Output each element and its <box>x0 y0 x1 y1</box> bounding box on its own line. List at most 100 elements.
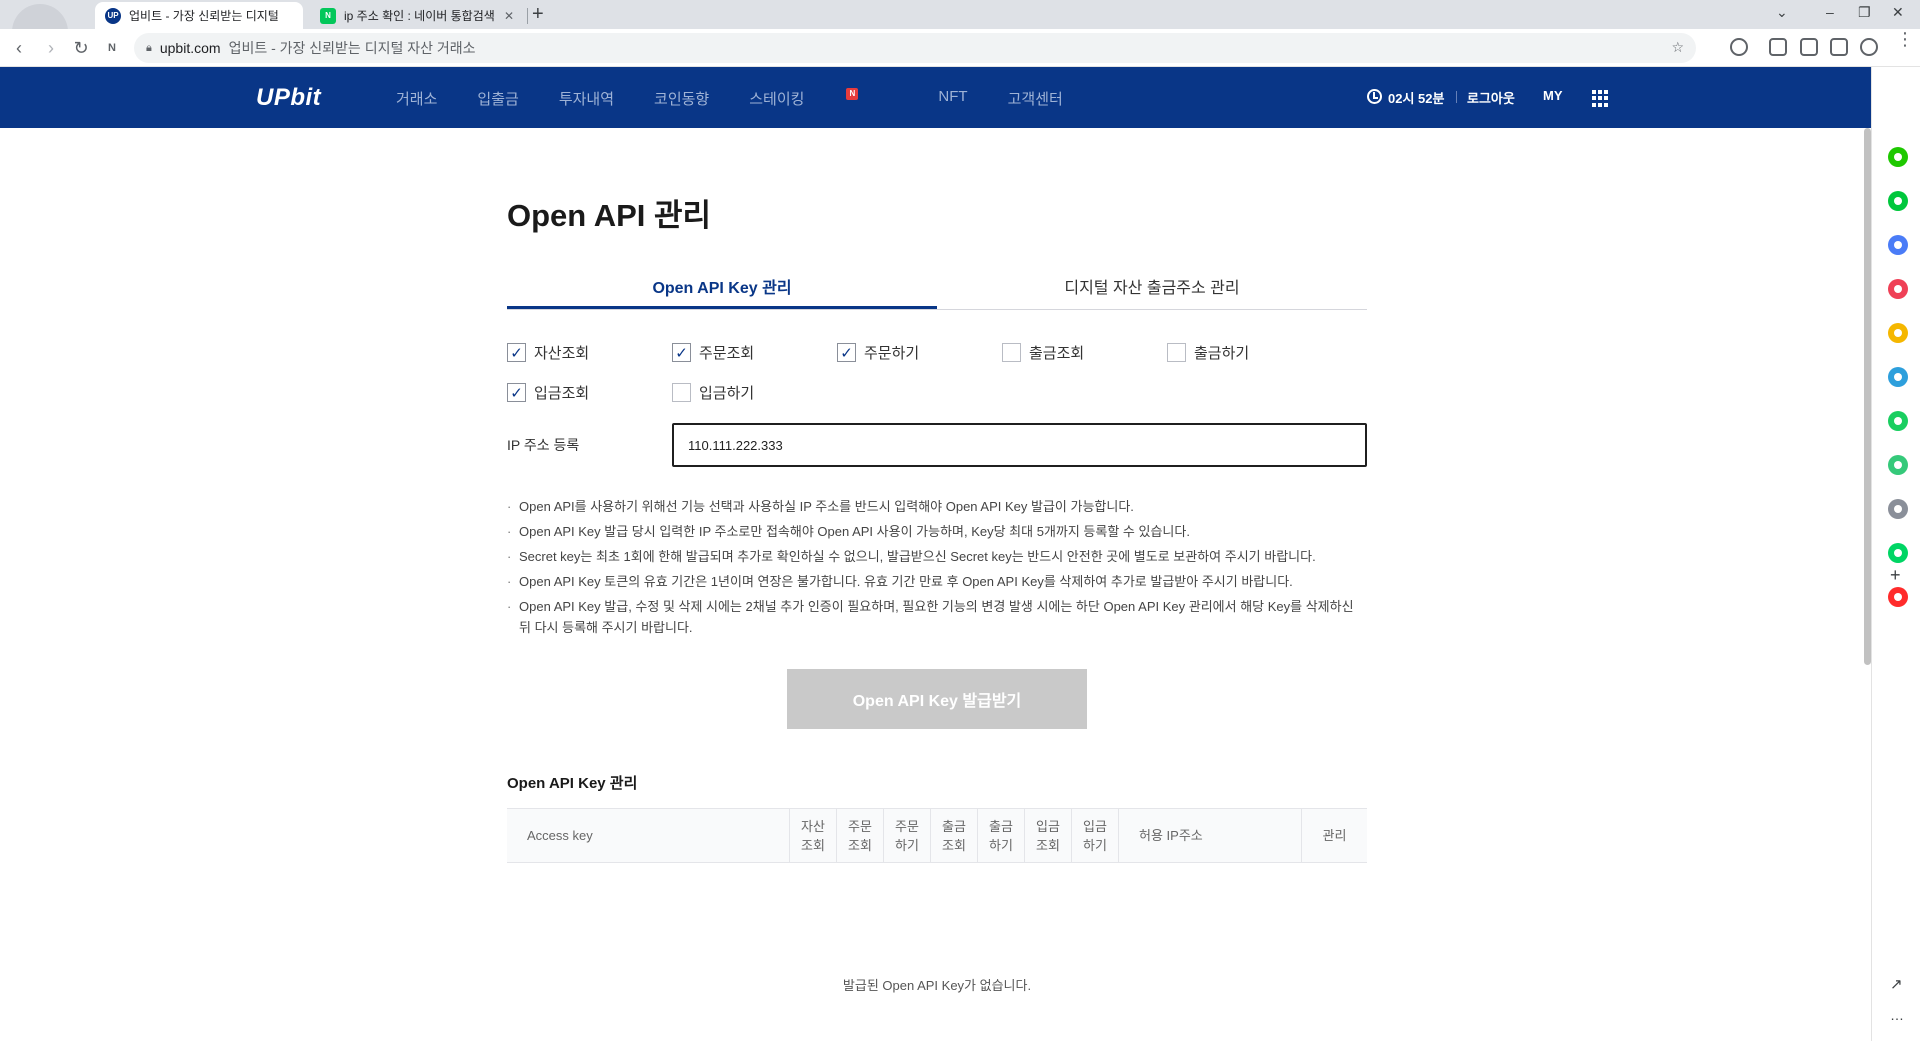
profile-tab-icon[interactable] <box>12 4 68 32</box>
permission-label: 주문조회 <box>699 345 755 362</box>
permission-place-order[interactable]: ✓ 주문하기 <box>837 342 919 363</box>
permission-label: 입금조회 <box>534 385 590 402</box>
tab-api-key-management[interactable]: Open API Key 관리 <box>507 268 937 309</box>
naver-home-icon[interactable]: N <box>101 37 123 59</box>
my-page-link[interactable]: MY <box>1543 88 1563 103</box>
sidebar-green-square-icon[interactable] <box>1888 411 1908 431</box>
checkbox[interactable]: ✓ <box>507 383 526 402</box>
screenshot-icon[interactable] <box>1800 38 1818 56</box>
sidebar-chat-icon[interactable] <box>1888 191 1908 211</box>
notice-list: Open API를 사용하기 위해선 기능 선택과 사용하실 IP 주소를 반드… <box>507 496 1367 642</box>
checkbox[interactable] <box>672 383 691 402</box>
permission-asset-view[interactable]: ✓ 자산조회 <box>507 342 589 363</box>
sidebar-play-icon[interactable] <box>1888 455 1908 475</box>
checkbox[interactable] <box>1167 343 1186 362</box>
browser-tab-upbit[interactable]: UP 업비트 - 가장 신뢰받는 디지털 <box>95 2 303 29</box>
permission-withdraw-view[interactable]: 출금조회 <box>1002 342 1084 363</box>
bookmark-star-icon[interactable]: ☆ <box>1671 39 1684 56</box>
nav-staking-label: 스테이킹 <box>749 91 805 108</box>
open-external-icon[interactable]: ↗ <box>1890 975 1903 993</box>
nav-coin-trends[interactable]: 코인동향 <box>654 88 709 109</box>
checkbox[interactable]: ✓ <box>672 343 691 362</box>
col-allowed-ip: 허용 IP주소 <box>1118 809 1301 862</box>
sidebar-now-icon[interactable] <box>1888 587 1908 607</box>
sidebar-character-icon[interactable] <box>1888 499 1908 519</box>
notice-item: Open API Key 발급, 수정 및 삭제 시에는 2채널 추가 인증이 … <box>507 596 1367 638</box>
chevron-down-icon[interactable]: ⌄ <box>1776 4 1788 21</box>
sidebar-green-circle-icon[interactable] <box>1888 147 1908 167</box>
minimize-icon[interactable]: – <box>1826 4 1834 20</box>
browser-tab-naver[interactable]: N ip 주소 확인 : 네이버 통합검색 ✕ <box>310 2 524 29</box>
address-bar[interactable]: 🔒︎ upbit.com 업비트 - 가장 신뢰받는 디지털 자산 거래소 ☆ <box>134 33 1696 63</box>
permission-label: 자산조회 <box>534 345 590 362</box>
nav-nft[interactable]: NFT <box>938 88 967 109</box>
notice-item: Open API Key 발급 당시 입력한 IP 주소로만 접속해야 Open… <box>507 521 1367 542</box>
api-tabs: Open API Key 관리 디지털 자산 출금주소 관리 <box>507 268 1367 310</box>
sidebar-webtoon-icon[interactable] <box>1888 543 1908 563</box>
logout-link[interactable]: 로그아웃 <box>1467 88 1515 107</box>
upbit-logo[interactable]: UPbit <box>256 84 321 112</box>
col-label: 자산조회 <box>801 818 825 853</box>
col-label: 입금하기 <box>1083 818 1107 853</box>
nav-exchange[interactable]: 거래소 <box>396 88 437 109</box>
upbit-favicon-icon: UP <box>105 7 121 24</box>
api-key-table-header: Access key 자산조회 주문조회 주문하기 출금조회 출금하기 입금조회… <box>507 808 1367 863</box>
nav-customer-center[interactable]: 고객센터 <box>1008 88 1063 109</box>
issue-api-key-button[interactable]: Open API Key 발급받기 <box>787 669 1087 729</box>
site-header: UPbit 거래소 입출금 투자내역 코인동향 스테이킹 N NFT 고객센터 0… <box>0 67 1871 128</box>
permission-order-view[interactable]: ✓ 주문조회 <box>672 342 754 363</box>
permission-deposit[interactable]: 입금하기 <box>672 382 754 403</box>
key-management-title: Open API Key 관리 <box>507 775 638 792</box>
new-tab-button[interactable]: + <box>532 3 544 26</box>
checkbox[interactable] <box>1002 343 1021 362</box>
permission-deposit-view[interactable]: ✓ 입금조회 <box>507 382 589 403</box>
window-close-icon[interactable]: ✕ <box>1892 4 1904 21</box>
col-withdraw-view: 출금조회 <box>930 809 977 862</box>
notice-item: Open API Key 토큰의 유효 기간은 1년이며 연장은 불가합니다. … <box>507 571 1367 592</box>
nav-staking[interactable]: 스테이킹 N <box>749 88 898 109</box>
col-asset-view: 자산조회 <box>789 809 836 862</box>
apps-grid-icon[interactable] <box>1592 90 1609 107</box>
tab-title: 업비트 - 가장 신뢰받는 디지털 <box>129 9 279 23</box>
permission-withdraw[interactable]: 출금하기 <box>1167 342 1249 363</box>
account-icon[interactable] <box>1860 38 1878 56</box>
tab-divider <box>527 8 528 24</box>
maximize-icon[interactable]: ❐ <box>1858 4 1871 21</box>
cast-icon[interactable] <box>1769 38 1787 56</box>
sidebar-edge-icon[interactable] <box>1888 367 1908 387</box>
main-nav: 거래소 입출금 투자내역 코인동향 스테이킹 N NFT 고객센터 <box>396 88 1103 109</box>
naver-favicon-icon: N <box>320 7 336 24</box>
col-deposit: 입금하기 <box>1071 809 1118 862</box>
tab-title: ip 주소 확인 : 네이버 통합검색 <box>344 9 494 23</box>
more-icon[interactable]: … <box>1890 1007 1904 1023</box>
nav-investments[interactable]: 투자내역 <box>559 88 614 109</box>
split-view-icon[interactable] <box>1830 38 1848 56</box>
sidebar-star-icon[interactable] <box>1888 323 1908 343</box>
session-time[interactable]: 02시 52분 <box>1388 88 1444 107</box>
col-deposit-view: 입금조회 <box>1024 809 1071 862</box>
clock-icon <box>1367 89 1382 104</box>
checkbox[interactable]: ✓ <box>837 343 856 362</box>
reload-icon[interactable]: ↻ <box>70 37 92 59</box>
checkbox[interactable]: ✓ <box>507 343 526 362</box>
col-manage: 관리 <box>1301 809 1367 862</box>
back-icon[interactable]: ‹ <box>8 37 30 59</box>
sidebar-pocket-icon[interactable] <box>1888 279 1908 299</box>
close-icon[interactable]: ✕ <box>504 9 514 23</box>
browser-sidebar: + ↗ … <box>1871 67 1920 1041</box>
page-scrollbar[interactable] <box>1864 128 1871 665</box>
tab-withdrawal-address-management[interactable]: 디지털 자산 출금주소 관리 <box>937 268 1367 309</box>
sidebar-calendar-icon[interactable] <box>1888 235 1908 255</box>
browser-toolbar: ‹ › ↻ N 🔒︎ upbit.com 업비트 - 가장 신뢰받는 디지털 자… <box>0 29 1920 67</box>
forward-icon[interactable]: › <box>40 37 62 59</box>
menu-dots-icon[interactable]: ⋮ <box>1896 30 1914 48</box>
col-label: 출금조회 <box>942 818 966 853</box>
lock-icon: 🔒︎ <box>146 41 152 54</box>
permission-label: 출금조회 <box>1029 345 1085 362</box>
ip-address-label: IP 주소 등록 <box>507 437 580 453</box>
nav-deposit-withdraw[interactable]: 입출금 <box>477 88 518 109</box>
add-sidebar-icon[interactable]: + <box>1890 565 1901 586</box>
empty-table-message: 발급된 Open API Key가 없습니다. <box>842 978 1032 993</box>
ip-address-input[interactable] <box>672 423 1367 467</box>
extension-icon[interactable] <box>1730 38 1748 56</box>
